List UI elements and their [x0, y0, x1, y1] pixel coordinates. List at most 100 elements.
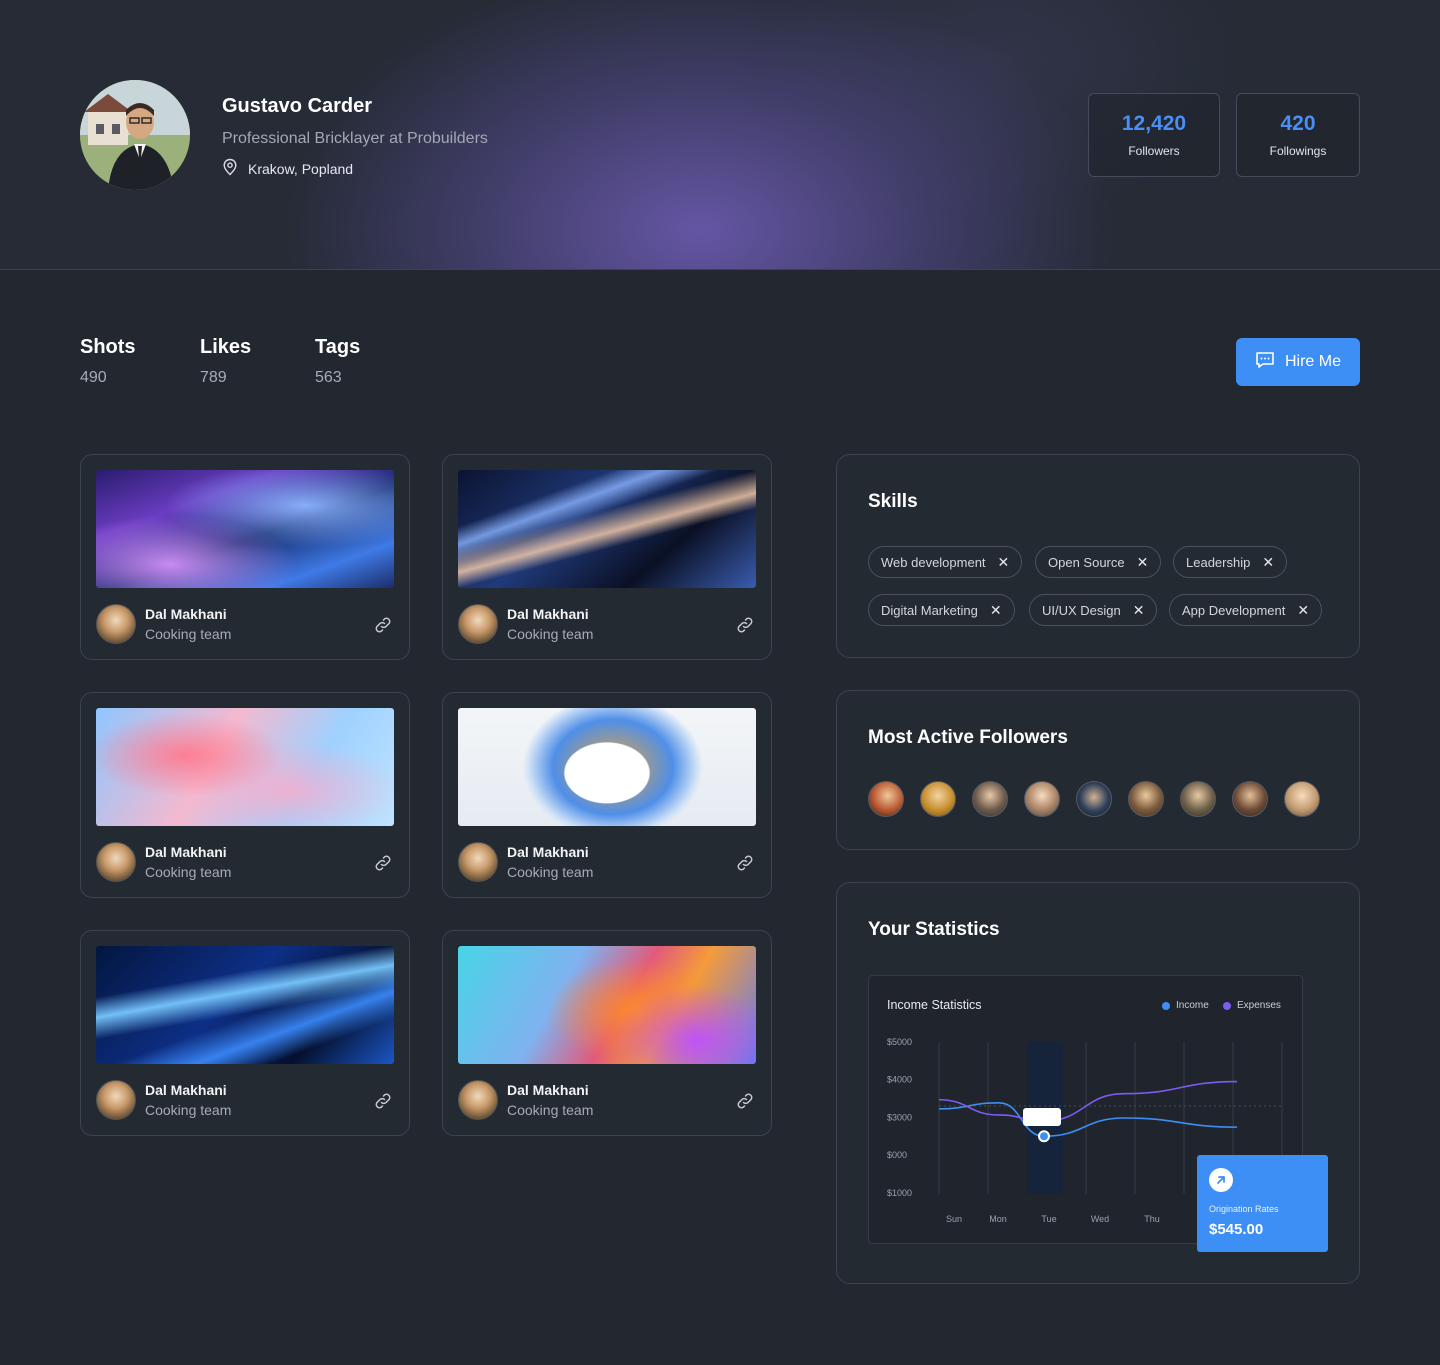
shot-thumbnail[interactable]	[458, 946, 756, 1064]
series-line-income[interactable]	[938, 1101, 1238, 1138]
location-pin-icon	[222, 158, 238, 179]
follower-avatar[interactable]	[1024, 781, 1060, 817]
author-name[interactable]: Dal Makhani	[507, 606, 589, 622]
followers-label: Followers	[1128, 144, 1180, 158]
shot-card[interactable]: Dal Makhani Cooking team	[442, 930, 772, 1136]
profile-location: Krakow, Popland	[222, 158, 353, 179]
link-icon[interactable]	[373, 615, 393, 635]
follower-avatar[interactable]	[868, 781, 904, 817]
likes-value: 789	[200, 369, 227, 386]
profile-avatar[interactable]	[80, 80, 190, 190]
follower-avatar[interactable]	[1076, 781, 1112, 817]
followers-stat[interactable]: 12,420 Followers	[1088, 93, 1220, 177]
x-tick-label: Thu	[1144, 1214, 1160, 1224]
skill-chip[interactable]: Leadership ✕	[1173, 546, 1288, 578]
close-icon[interactable]: ✕	[990, 602, 1002, 619]
author-team: Cooking team	[145, 626, 232, 642]
statistics-title: Your Statistics	[868, 919, 1000, 940]
skill-label: App Development	[1182, 602, 1286, 618]
follower-avatar[interactable]	[1232, 781, 1268, 817]
skill-chip[interactable]: UI/UX Design ✕	[1029, 594, 1158, 626]
profile-title: Professional Bricklayer at Probuilders	[222, 130, 488, 147]
y-tick-label: $3000	[887, 1112, 912, 1122]
author-avatar[interactable]	[458, 604, 498, 644]
likes-label: Likes	[200, 336, 252, 358]
shot-card[interactable]: Dal Makhani Cooking team	[80, 454, 410, 660]
x-tick-label: Sun	[946, 1214, 962, 1224]
skill-label: UI/UX Design	[1042, 602, 1121, 618]
hire-me-label: Hire Me	[1284, 353, 1341, 370]
chart-marker[interactable]	[1038, 1130, 1050, 1143]
location-text: Krakow, Popland	[248, 160, 354, 177]
close-icon[interactable]: ✕	[1262, 554, 1274, 571]
y-tick-label: $4000	[887, 1075, 912, 1085]
shots-count[interactable]: Shots 490	[80, 336, 136, 387]
tags-count[interactable]: Tags 563	[315, 336, 360, 387]
skill-chip[interactable]: App Development ✕	[1169, 594, 1323, 626]
link-icon[interactable]	[735, 853, 755, 873]
author-name[interactable]: Dal Makhani	[507, 1082, 589, 1098]
follower-avatar[interactable]	[972, 781, 1008, 817]
likes-count[interactable]: Likes 789	[200, 336, 251, 387]
author-avatar[interactable]	[96, 1080, 136, 1120]
origination-value: $545.00	[1209, 1221, 1264, 1238]
skill-chip[interactable]: Open Source ✕	[1035, 546, 1162, 578]
origination-rates-card[interactable]: Origination Rates $545.00	[1197, 1155, 1328, 1252]
link-icon[interactable]	[373, 853, 393, 873]
hire-me-button[interactable]: Hire Me	[1236, 338, 1360, 386]
author-avatar[interactable]	[96, 842, 136, 882]
y-tick-label: $000	[887, 1150, 907, 1160]
skill-chip[interactable]: Web development ✕	[868, 546, 1023, 578]
shot-card[interactable]: Dal Makhani Cooking team	[442, 454, 772, 660]
origination-label: Origination Rates	[1209, 1204, 1279, 1214]
author-name[interactable]: Dal Makhani	[145, 844, 227, 860]
shot-card[interactable]: Dal Makhani Cooking team	[442, 692, 772, 898]
skill-label: Leadership	[1186, 554, 1251, 570]
author-name[interactable]: Dal Makhani	[145, 606, 227, 622]
series-line-expenses[interactable]	[938, 1080, 1238, 1122]
skill-chip[interactable]: Digital Marketing ✕	[868, 594, 1015, 626]
x-tick-label: Wed	[1091, 1214, 1109, 1224]
follower-avatar[interactable]	[1128, 781, 1164, 817]
shot-thumbnail[interactable]	[96, 946, 394, 1064]
chat-icon	[1255, 351, 1275, 374]
shot-thumbnail[interactable]	[96, 470, 394, 588]
y-tick-label: $5000	[887, 1037, 912, 1047]
close-icon[interactable]: ✕	[1297, 602, 1309, 619]
shot-thumbnail[interactable]	[458, 708, 756, 826]
arrow-up-right-icon	[1209, 1168, 1233, 1192]
x-tick-label: Tue	[1041, 1214, 1056, 1224]
author-name[interactable]: Dal Makhani	[145, 1082, 227, 1098]
author-team: Cooking team	[145, 864, 232, 880]
followings-label: Followings	[1269, 144, 1327, 158]
author-team: Cooking team	[507, 864, 594, 880]
link-icon[interactable]	[373, 1091, 393, 1111]
follower-avatar[interactable]	[1284, 781, 1320, 817]
skill-label: Open Source	[1048, 554, 1125, 570]
followings-count: 420	[1280, 112, 1316, 135]
close-icon[interactable]: ✕	[1133, 602, 1145, 619]
tags-label: Tags	[315, 336, 361, 358]
shot-thumbnail[interactable]	[458, 470, 756, 588]
close-icon[interactable]: ✕	[998, 554, 1010, 571]
skills-title: Skills	[868, 491, 918, 512]
link-icon[interactable]	[735, 615, 755, 635]
shot-thumbnail[interactable]	[96, 708, 394, 826]
follower-avatar[interactable]	[920, 781, 956, 817]
close-icon[interactable]: ✕	[1137, 554, 1149, 571]
shot-card[interactable]: Dal Makhani Cooking team	[80, 930, 410, 1136]
followings-stat[interactable]: 420 Followings	[1236, 93, 1360, 177]
link-icon[interactable]	[735, 1091, 755, 1111]
author-team: Cooking team	[507, 1102, 594, 1118]
shot-card[interactable]: Dal Makhani Cooking team	[80, 692, 410, 898]
followers-title: Most Active Followers	[868, 727, 1068, 748]
follower-avatar[interactable]	[1180, 781, 1216, 817]
profile-name: Gustavo Carder	[222, 95, 373, 117]
author-team: Cooking team	[507, 626, 594, 642]
author-avatar[interactable]	[458, 1080, 498, 1120]
author-avatar[interactable]	[458, 842, 498, 882]
author-avatar[interactable]	[96, 604, 136, 644]
shots-value: 490	[80, 369, 107, 386]
skill-label: Digital Marketing	[881, 602, 978, 618]
author-name[interactable]: Dal Makhani	[507, 844, 589, 860]
